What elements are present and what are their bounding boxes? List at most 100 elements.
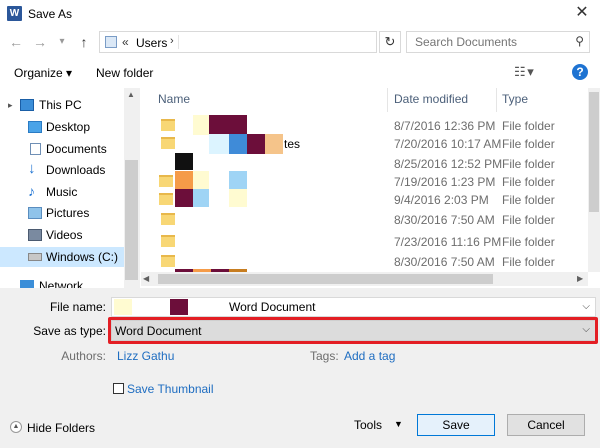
drive-icon [28,253,42,261]
back-arrow-icon[interactable]: ← [6,32,26,52]
nav-item-videos[interactable]: Videos [0,225,124,245]
scroll-right-icon[interactable]: ▶ [577,274,583,283]
network-icon [20,280,34,288]
tags-input[interactable]: Add a tag [344,349,395,363]
highlight-box [108,317,598,344]
column-divider[interactable] [496,88,497,112]
redacted-block [170,299,188,315]
nav-scrollbar-thumb[interactable] [125,160,138,280]
pictures-icon [28,207,42,219]
cancel-button[interactable]: Cancel [507,414,585,436]
redacted-block [229,171,247,189]
nav-item-documents[interactable]: Documents [0,139,124,159]
folder-icon [161,119,175,131]
file-row[interactable]: 8/30/2016 7:50 AM File folder [141,250,588,272]
downloads-icon: ↓ [28,160,36,177]
file-row[interactable]: 8/30/2016 7:50 AM File folder [141,208,588,232]
nav-item-desktop[interactable]: Desktop [0,117,124,137]
videos-icon [28,229,42,241]
refresh-button[interactable]: ↻ [379,31,401,53]
redacted-block [193,171,209,189]
file-type: File folder [502,137,555,151]
view-options-button[interactable]: ☷ ▾ [514,64,534,80]
file-date: 8/25/2016 12:52 PM [394,157,503,171]
redacted-block [247,134,265,154]
file-name-label: File name: [49,300,106,314]
address-folder-icon [105,36,117,48]
pc-icon [20,99,34,111]
forward-arrow-icon[interactable]: → [30,32,50,52]
nav-label: Documents [46,142,107,156]
folder-icon [161,255,175,267]
file-type: File folder [502,175,555,189]
redacted-block [193,189,209,207]
horizontal-scrollbar-thumb[interactable] [158,274,493,284]
save-thumbnail-checkbox[interactable] [113,383,124,394]
documents-icon [30,143,41,155]
column-header-type[interactable]: Type [502,92,528,106]
file-date: 7/20/2016 10:17 AM [394,137,502,151]
file-name-field[interactable]: Word Document ⌵ [111,297,596,317]
scroll-left-icon[interactable]: ◀ [143,274,149,283]
chevron-up-icon[interactable]: ▲ [10,421,22,433]
nav-label: This PC [39,98,82,112]
tools-dropdown-icon[interactable]: ▼ [394,419,403,429]
file-name-value: Word Document [229,300,316,314]
authors-value[interactable]: Lizz Gathu [117,349,174,363]
folder-icon [161,213,175,225]
address-bar[interactable]: « Users › [99,31,377,53]
recent-locations-chevron-icon[interactable]: ▾ [52,32,72,52]
chevron-down-icon[interactable]: ⌵ [582,301,590,312]
window-title: Save As [28,7,73,21]
search-box[interactable]: ⚲ [406,31,590,53]
search-input[interactable] [407,32,575,52]
file-date: 9/4/2016 2:03 PM [394,193,489,207]
new-folder-button[interactable]: New folder [96,66,153,80]
nav-label: Desktop [46,120,91,134]
save-type-label: Save as type: [33,324,106,338]
expand-chevron-icon[interactable]: ▸ [8,95,13,115]
nav-item-music[interactable]: ♪ Music [0,182,124,202]
tools-button[interactable]: Tools [354,418,382,432]
nav-item-this-pc[interactable]: ▸ This PC [0,95,124,115]
nav-scroll-up-icon[interactable]: ▲ [127,90,135,99]
close-button[interactable]: ✕ [568,2,596,24]
file-list-scrollbar-thumb[interactable] [589,92,599,212]
nav-item-network[interactable]: Network [0,276,124,288]
file-date: 8/30/2016 7:50 AM [394,255,495,269]
organize-button[interactable]: Organize ▾ [14,66,72,80]
nav-label: Videos [46,228,83,242]
music-icon: ♪ [28,183,35,199]
sort-ascending-icon: ^ [265,88,270,93]
nav-item-windows-c[interactable]: Windows (C:) [0,247,124,267]
nav-item-downloads[interactable]: ↓ Downloads [0,160,124,180]
up-arrow-icon[interactable]: ↑ [74,32,94,52]
search-icon[interactable]: ⚲ [575,34,584,48]
redacted-block [229,189,247,207]
title-bar: W Save As ✕ [0,0,600,28]
file-name: tes [284,137,301,151]
column-divider[interactable] [387,88,388,112]
help-icon[interactable]: ? [572,64,588,80]
file-type: File folder [502,119,555,133]
column-header-date[interactable]: Date modified [394,92,468,106]
file-date: 8/30/2016 7:50 AM [394,213,495,227]
folder-icon [161,235,175,247]
hide-folders-button[interactable]: Hide Folders [27,421,95,435]
breadcrumb-chevron-icon[interactable]: › [170,35,174,47]
breadcrumb-users[interactable]: Users [136,36,167,50]
navigation-pane: ▸ This PC Desktop Documents ↓ Downloads … [0,88,140,288]
nav-item-pictures[interactable]: Pictures [0,203,124,223]
authors-label: Authors: [61,349,106,363]
redacted-block [209,134,229,154]
redacted-block [229,134,247,154]
column-header-name[interactable]: Name [158,92,190,106]
save-button[interactable]: Save [417,414,495,436]
file-date: 8/7/2016 12:36 PM [394,119,496,133]
file-date: 7/19/2016 1:23 PM [394,175,496,189]
save-thumbnail-label[interactable]: Save Thumbnail [127,382,214,396]
redacted-block [265,134,283,154]
file-date: 7/23/2016 11:16 PM [394,235,502,249]
breadcrumb-overflow-icon[interactable]: « [122,35,129,49]
file-type: File folder [502,213,555,227]
